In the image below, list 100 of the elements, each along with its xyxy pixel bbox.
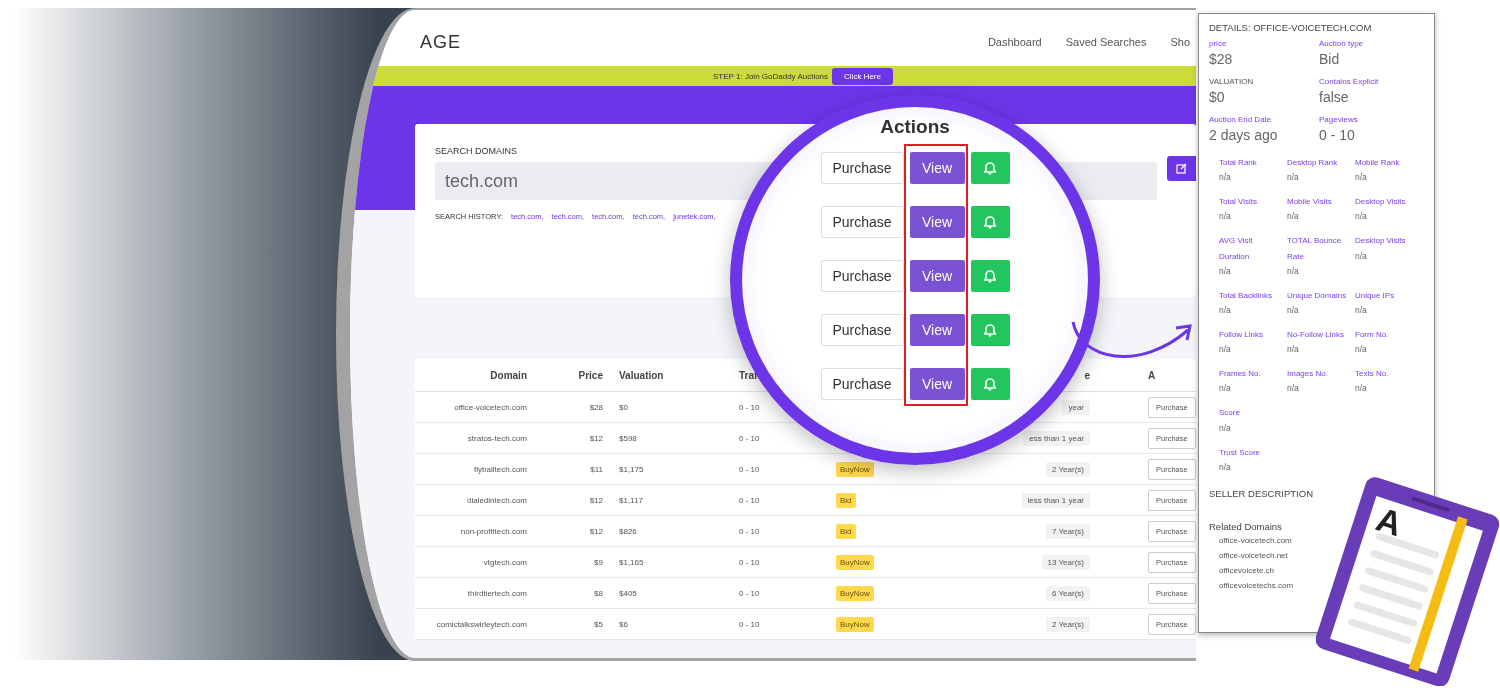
bell-icon — [984, 161, 996, 175]
auction-type-badge: Bid — [836, 523, 856, 539]
view-button[interactable]: View — [909, 206, 965, 238]
metric-value: n/a — [1219, 422, 1232, 433]
purchase-button[interactable]: Purchase — [820, 368, 904, 400]
age-badge: less than 1 year — [1021, 492, 1090, 508]
metric-label: Desktop Rank — [1287, 157, 1339, 169]
auction-type-badge: Bid — [836, 492, 856, 508]
metric-label: Desktop Visits — [1355, 235, 1407, 248]
table-cell: $0 — [611, 391, 731, 423]
field-value: 2 days ago — [1209, 127, 1279, 143]
metric-label: Unique Domains — [1287, 289, 1348, 302]
table-cell: $28 — [535, 391, 611, 423]
metric-label: Images No. — [1287, 368, 1329, 381]
auction-type-badge: BuyNow — [836, 554, 874, 570]
table-cell: $9 — [535, 546, 611, 578]
table-cell: 0 - 10 — [731, 608, 828, 640]
column-header: Valuation — [611, 359, 731, 392]
table-cell: stratos-tech.com — [415, 422, 535, 454]
field-label: Auction type — [1319, 39, 1365, 48]
metric-label: Frames No. — [1219, 368, 1262, 381]
metric-label: Follow Links — [1219, 328, 1264, 341]
table-cell: $1,117 — [611, 484, 731, 516]
column-header: Price — [535, 359, 611, 392]
table-cell: 0 - 10 — [731, 577, 828, 609]
metric-value: n/a — [1287, 304, 1300, 315]
table-cell: non-profittech.com — [415, 515, 535, 547]
field-label: Contains Explicit — [1319, 77, 1380, 86]
edit-button[interactable] — [1166, 156, 1196, 181]
alert-button[interactable] — [970, 314, 1010, 346]
nav-link[interactable]: Saved Searches — [1065, 36, 1147, 48]
table-cell: $5 — [535, 608, 611, 640]
field-label: VALUATION — [1209, 77, 1255, 86]
metric-label: No-Follow Links — [1287, 328, 1345, 341]
table-cell: $405 — [611, 577, 731, 609]
table-cell: 0 - 10 — [731, 453, 828, 485]
view-button[interactable]: View — [909, 314, 965, 346]
metric-label: Texts No. — [1355, 368, 1390, 381]
table-cell: $8 — [535, 577, 611, 609]
table-cell: vtgtech.com — [415, 546, 535, 578]
metric-label: Total Visits — [1219, 196, 1259, 209]
field-value: $0 — [1209, 89, 1226, 105]
metric-label: Mobile Visits — [1287, 196, 1333, 209]
age-badge: ess than 1 year — [1023, 430, 1090, 446]
view-button[interactable]: View — [909, 152, 965, 184]
metric-label: Unique IPs — [1355, 289, 1396, 302]
alert-button[interactable] — [970, 368, 1010, 400]
alert-button[interactable] — [970, 152, 1010, 184]
click-here-button[interactable]: Click Here — [832, 67, 893, 85]
field-value: $28 — [1209, 51, 1234, 67]
field-label: Pageviews — [1319, 115, 1359, 124]
alert-button[interactable] — [970, 206, 1010, 238]
metric-label: Desktop Visits — [1355, 196, 1407, 209]
metric-value: n/a — [1287, 211, 1300, 222]
metric-value: n/a — [1287, 344, 1300, 355]
metric-label: Score — [1219, 407, 1241, 420]
metric-label: Mobile Rank — [1355, 157, 1401, 169]
field-label: price — [1209, 39, 1228, 48]
metric-value: n/a — [1219, 265, 1232, 276]
actions-heading: Actions — [880, 116, 950, 138]
age-badge: 13 Year(s) — [1041, 554, 1090, 570]
table-cell: $12 — [535, 515, 611, 547]
table-cell: flyballtech.com — [415, 453, 535, 485]
bell-icon — [984, 215, 996, 229]
metric-value: n/a — [1287, 172, 1300, 183]
metric-value: n/a — [1219, 211, 1232, 222]
related-domain: office-voicetech.net — [1219, 550, 1289, 560]
metric-value: n/a — [1287, 383, 1300, 394]
related-domain: officevoicete.ch — [1219, 565, 1275, 575]
view-button[interactable]: View — [909, 260, 965, 292]
field-value: Bid — [1319, 51, 1341, 67]
table-cell: $826 — [611, 515, 731, 547]
table-cell: dialedintech.com — [415, 484, 535, 516]
purchase-button[interactable]: Purchase — [820, 206, 904, 238]
table-cell: comictalkswirleytech.com — [415, 608, 535, 640]
table-cell: $12 — [535, 484, 611, 516]
search-label: SEARCH DOMAINS — [435, 146, 518, 156]
metric-value: n/a — [1219, 344, 1232, 355]
alert-button[interactable] — [970, 260, 1010, 292]
auction-type-badge: BuyNow — [836, 585, 874, 601]
view-button[interactable]: View — [909, 368, 965, 400]
metric-value: n/a — [1219, 383, 1232, 394]
metric-value: n/a — [1355, 304, 1368, 315]
nav-link[interactable]: Sho — [1170, 36, 1190, 48]
metric-value: n/a — [1287, 265, 1300, 276]
purchase-button[interactable]: Purchase — [820, 152, 904, 184]
table-cell: $12 — [535, 422, 611, 454]
purchase-button[interactable]: Purchase — [820, 314, 904, 346]
auction-type-badge: BuyNow — [836, 616, 874, 632]
metric-label: Total Rank — [1219, 157, 1258, 169]
purchase-button[interactable]: Purchase — [820, 260, 904, 292]
metric-value: n/a — [1355, 344, 1368, 355]
metric-value: n/a — [1355, 172, 1368, 183]
edit-icon — [1175, 163, 1187, 174]
column-header: A — [1098, 359, 1196, 392]
nav-link[interactable]: Dashboard — [987, 36, 1042, 48]
details-title: DETAILS: OFFICE-VOICETECH.COM — [1209, 22, 1372, 33]
table-cell: $598 — [611, 422, 731, 454]
banner-text: STEP 1: Join GoDaddy Auctions — [713, 71, 829, 81]
metric-value: n/a — [1355, 383, 1368, 394]
